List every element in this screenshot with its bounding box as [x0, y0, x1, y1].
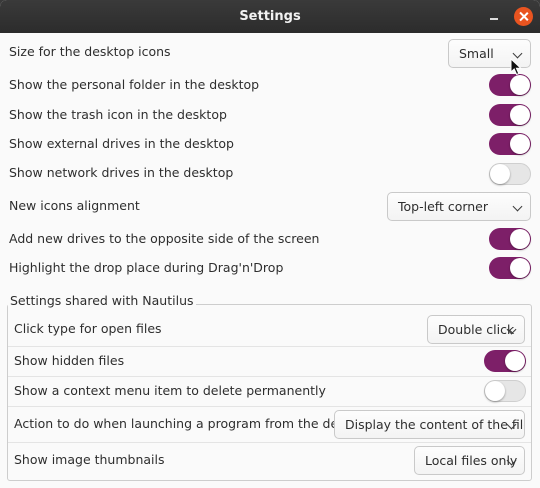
hidden-files-switch[interactable]	[484, 350, 526, 372]
switch-knob	[510, 105, 530, 125]
trash-icon-label: Show the trash icon in the desktop	[9, 107, 227, 122]
nautilus-frame-title: Settings shared with Nautilus	[8, 291, 196, 311]
switch-knob	[510, 134, 530, 154]
mouse-pointer-icon	[510, 58, 523, 76]
icon-size-label: Size for the desktop icons	[9, 44, 171, 59]
switch-knob	[510, 75, 530, 95]
switch-knob	[505, 351, 525, 371]
highlight-drop-label: Highlight the drop place during Drag'n'D…	[9, 260, 284, 275]
new-drives-opposite-label: Add new drives to the opposite side of t…	[9, 231, 320, 246]
titlebar[interactable]: Settings	[0, 0, 540, 33]
close-icon[interactable]	[514, 7, 533, 26]
trash-icon-switch[interactable]	[489, 104, 531, 126]
settings-window: Settings Size for the desktop icons Smal…	[0, 0, 540, 488]
hidden-files-label: Show hidden files	[14, 353, 125, 368]
row-separator	[8, 376, 531, 377]
chevron-down-icon	[512, 48, 523, 59]
launch-action-label: Action to do when launching a program fr…	[14, 416, 373, 431]
image-thumbnails-label: Show image thumbnails	[14, 452, 165, 467]
personal-folder-switch[interactable]	[489, 74, 531, 96]
icon-size-value: Small	[459, 46, 494, 61]
personal-folder-label: Show the personal folder in the desktop	[9, 77, 260, 92]
chevron-down-icon	[512, 201, 523, 212]
image-thumbnails-value: Local files only	[425, 453, 518, 468]
row-separator	[8, 406, 531, 407]
delete-permanently-label: Show a context menu item to delete perma…	[14, 383, 326, 398]
click-type-value: Double click	[438, 322, 515, 337]
external-drives-label: Show external drives in the desktop	[9, 136, 234, 151]
launch-action-combo[interactable]: Display the content of the file	[334, 410, 525, 439]
row-separator	[8, 346, 531, 347]
image-thumbnails-combo[interactable]: Local files only	[414, 446, 525, 475]
click-type-combo[interactable]: Double click	[427, 315, 525, 344]
network-drives-switch[interactable]	[489, 163, 531, 185]
row-separator	[8, 442, 531, 443]
click-type-label: Click type for open files	[14, 321, 162, 336]
switch-knob	[490, 164, 510, 184]
new-drives-opposite-switch[interactable]	[489, 228, 531, 250]
highlight-drop-switch[interactable]	[489, 257, 531, 279]
switch-knob	[510, 229, 530, 249]
icons-alignment-combo[interactable]: Top-left corner	[387, 192, 531, 221]
minimize-icon[interactable]	[486, 9, 502, 25]
switch-knob	[510, 258, 530, 278]
delete-permanently-switch[interactable]	[484, 380, 526, 402]
switch-knob	[485, 381, 505, 401]
icons-alignment-label: New icons alignment	[9, 198, 140, 213]
launch-action-value: Display the content of the file	[345, 417, 525, 432]
external-drives-switch[interactable]	[489, 133, 531, 155]
window-title: Settings	[239, 9, 301, 24]
icons-alignment-value: Top-left corner	[398, 199, 489, 214]
network-drives-label: Show network drives in the desktop	[9, 165, 234, 180]
